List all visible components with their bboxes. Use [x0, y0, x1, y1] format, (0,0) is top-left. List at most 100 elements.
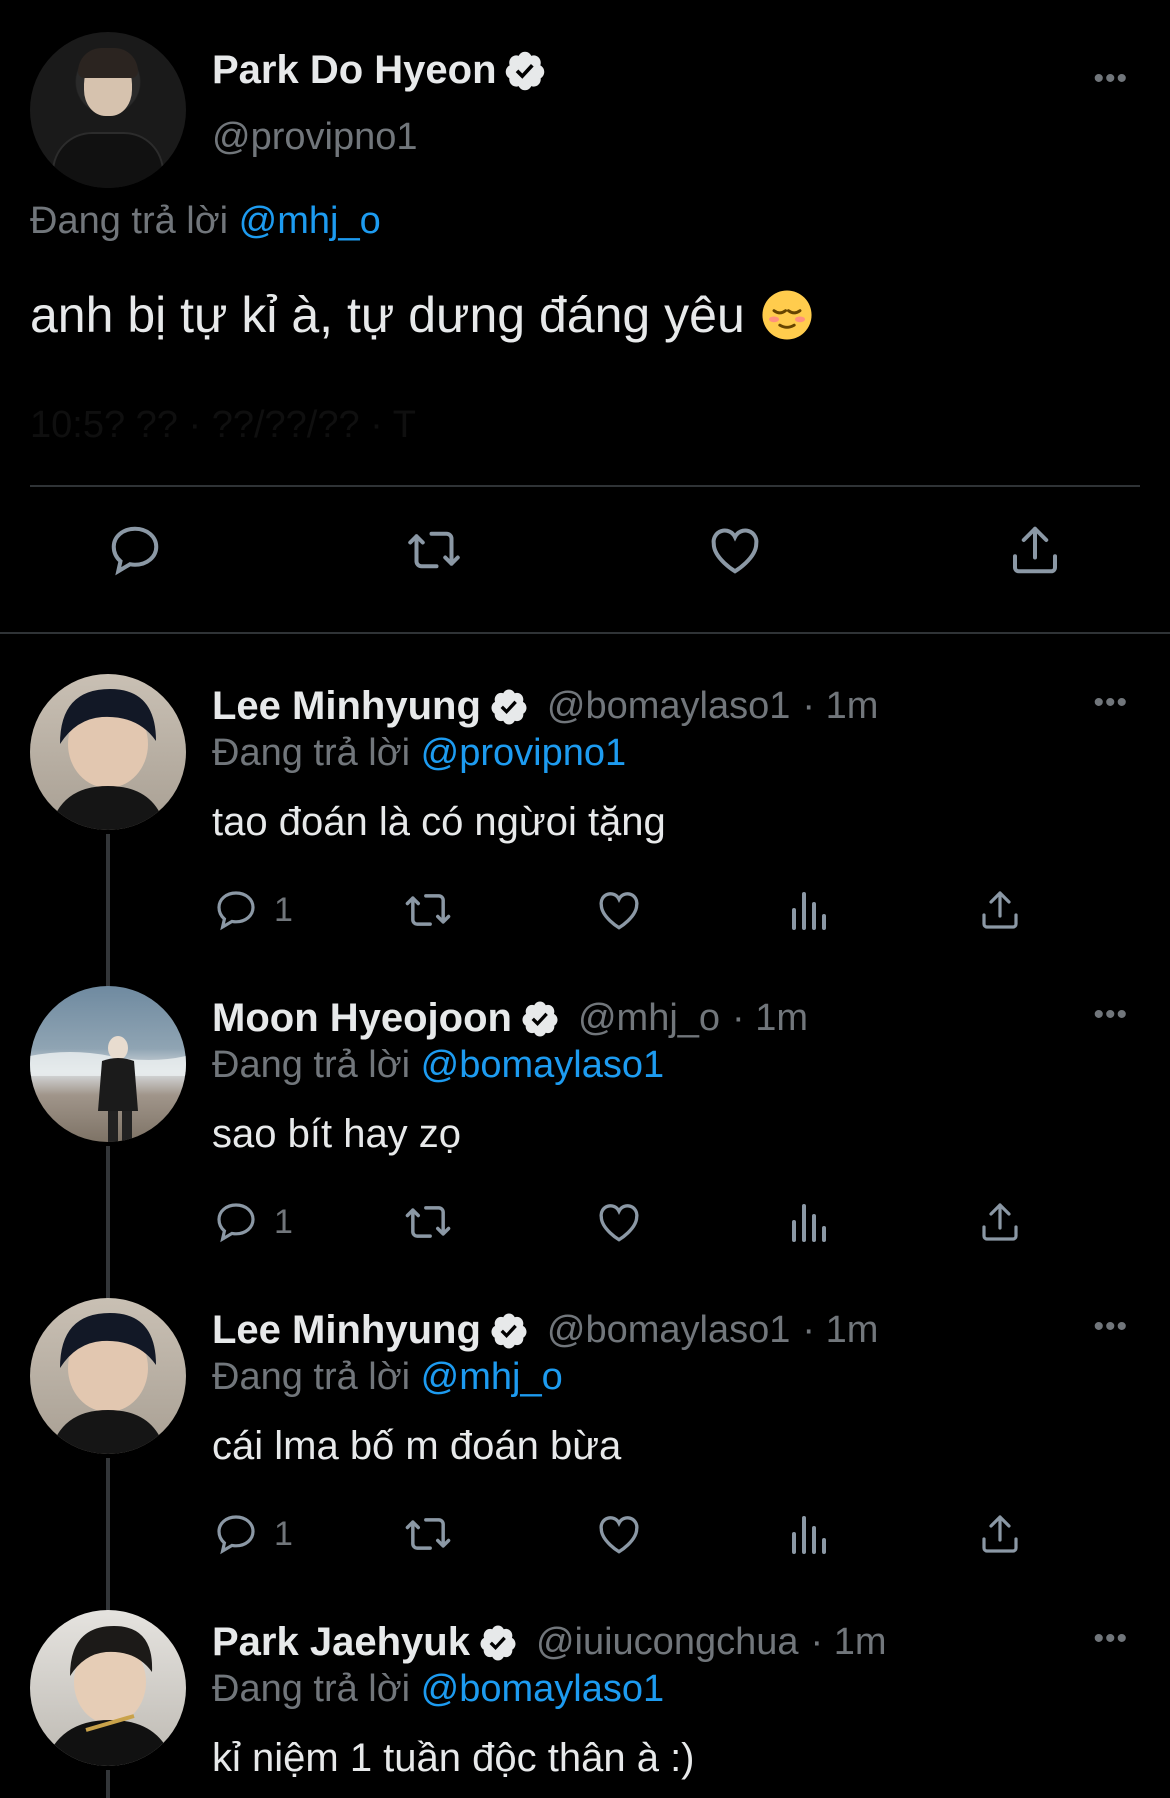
- retweet-icon: [405, 894, 451, 926]
- reply-count: 1: [274, 890, 293, 929]
- replying-to-line: Đang trả lời @bomaylaso1: [212, 1044, 664, 1087]
- verified-badge-icon: [480, 1625, 516, 1660]
- author-handle[interactable]: @mhj_o: [578, 997, 720, 1040]
- avatar[interactable]: [30, 32, 186, 188]
- reply-icon[interactable]: [105, 520, 165, 580]
- reply-tweet: Moon Hyeojoon @mhj_o · 1m ••• Đang trả l…: [0, 986, 1170, 1302]
- author-handle[interactable]: @provipno1: [212, 116, 417, 159]
- divider: [30, 485, 1140, 487]
- replying-to-line: Đang trả lời @bomaylaso1: [212, 1668, 664, 1711]
- replying-to-link[interactable]: @provipno1: [421, 732, 626, 774]
- author-name[interactable]: Lee Minhyung: [212, 1308, 481, 1353]
- more-options-button[interactable]: •••: [1093, 998, 1128, 1032]
- author-handle[interactable]: @bomaylaso1: [547, 685, 790, 728]
- reply-action-bar: 1: [212, 1196, 1052, 1252]
- share-button[interactable]: [976, 1508, 1024, 1560]
- replying-prefix: Đang trả lời: [212, 732, 411, 774]
- tweet-body: tao đoán là có ngừoi tặng: [212, 800, 666, 844]
- verified-badge-icon: [505, 51, 544, 90]
- avatar-jacket: [52, 132, 164, 188]
- author-name[interactable]: Park Jaehyuk: [212, 1620, 470, 1665]
- author-handle[interactable]: @iuiucongchua: [536, 1621, 799, 1664]
- thread-line: [106, 1458, 110, 1614]
- retweet-button[interactable]: [402, 884, 454, 936]
- tweet-thread-page: Park Do Hyeon @provipno1 ••• Đang trả lờ…: [0, 0, 1170, 1798]
- replying-to-link[interactable]: @bomaylaso1: [421, 1668, 664, 1710]
- tweet-body: sao bít hay zọ: [212, 1112, 462, 1156]
- author-row: Lee Minhyung @bomaylaso1 · 1m: [212, 684, 878, 729]
- analytics-button[interactable]: [786, 884, 834, 936]
- share-button[interactable]: [976, 1196, 1024, 1248]
- reply-tweet: Park Jaehyuk @iuiucongchua · 1m ••• Đang…: [0, 1610, 1170, 1798]
- author-row: Lee Minhyung @bomaylaso1 · 1m: [212, 1308, 878, 1353]
- like-button[interactable]: [594, 1196, 644, 1248]
- like-icon: [599, 892, 639, 930]
- replying-prefix: Đang trả lời: [30, 200, 229, 242]
- author-row: Park Do Hyeon: [212, 48, 547, 93]
- reply-icon: [217, 1515, 255, 1555]
- retweet-icon: [405, 1518, 451, 1550]
- retweet-button[interactable]: [402, 1508, 454, 1560]
- tweet-time: · 1m: [802, 685, 879, 727]
- replying-prefix: Đang trả lời: [212, 1356, 411, 1398]
- verified-badge-icon: [491, 689, 527, 724]
- share-icon[interactable]: [1005, 520, 1065, 580]
- like-button[interactable]: [594, 1508, 644, 1560]
- author-handle[interactable]: @bomaylaso1: [547, 1309, 790, 1352]
- more-options-button[interactable]: •••: [1093, 686, 1128, 720]
- author-name[interactable]: Lee Minhyung: [212, 684, 481, 729]
- replying-to-line: Đang trả lời @mhj_o: [212, 1356, 563, 1399]
- replying-to-link[interactable]: @bomaylaso1: [421, 1044, 664, 1086]
- author-name[interactable]: Moon Hyeojoon: [212, 996, 512, 1041]
- replying-to-link[interactable]: @mhj_o: [421, 1356, 563, 1398]
- author-name[interactable]: Park Do Hyeon: [212, 48, 497, 93]
- tweet-time: · 1m: [732, 997, 809, 1039]
- reply-tweet: Lee Minhyung @bomaylaso1 · 1m ••• Đang t…: [0, 674, 1170, 990]
- retweet-icon[interactable]: [404, 520, 464, 580]
- tweet-time: · 1m: [802, 1309, 879, 1351]
- more-options-button[interactable]: •••: [1093, 62, 1128, 96]
- share-icon: [982, 1203, 1018, 1241]
- analytics-button[interactable]: [786, 1196, 834, 1248]
- replying-to-link[interactable]: @mhj_o: [239, 200, 381, 242]
- retweet-icon: [405, 1206, 451, 1238]
- analytics-button[interactable]: [786, 1508, 834, 1560]
- tweet-body: kỉ niệm 1 tuần độc thân à :): [212, 1736, 695, 1780]
- tweet-time: · 1m: [810, 1621, 887, 1663]
- avatar-image: [44, 1626, 174, 1766]
- verified-badge-icon: [522, 1001, 558, 1036]
- share-button[interactable]: [976, 884, 1024, 936]
- replying-to-line: Đang trả lời @provipno1: [212, 732, 626, 775]
- analytics-icon: [792, 892, 826, 930]
- more-options-button[interactable]: •••: [1093, 1310, 1128, 1344]
- reply-action-bar: 1: [212, 1508, 1052, 1564]
- more-options-button[interactable]: •••: [1093, 1622, 1128, 1656]
- like-button[interactable]: [594, 884, 644, 936]
- author-row: Moon Hyeojoon @mhj_o · 1m: [212, 996, 808, 1041]
- replying-to-line: Đang trả lời @mhj_o: [30, 200, 381, 243]
- tweet-body: cái lma bố m đoán bừa: [212, 1424, 622, 1468]
- share-icon: [982, 891, 1018, 929]
- avatar[interactable]: [30, 986, 186, 1142]
- reply-button[interactable]: 1: [212, 1508, 293, 1560]
- avatar[interactable]: [30, 1610, 186, 1766]
- thread-line: [106, 1770, 110, 1798]
- main-tweet: Park Do Hyeon @provipno1 ••• Đang trả lờ…: [0, 0, 1170, 634]
- retweet-button[interactable]: [402, 1196, 454, 1248]
- avatar-hair: [78, 48, 138, 78]
- thread-line: [106, 1146, 110, 1302]
- reply-button[interactable]: 1: [212, 884, 293, 936]
- verified-badge-icon: [491, 1313, 527, 1348]
- analytics-icon: [792, 1204, 826, 1242]
- replying-prefix: Đang trả lời: [212, 1044, 411, 1086]
- share-icon: [982, 1515, 1018, 1553]
- like-icon: [599, 1516, 639, 1554]
- reply-count: 1: [274, 1202, 293, 1241]
- like-icon[interactable]: [705, 520, 765, 580]
- analytics-icon: [792, 1516, 826, 1554]
- reply-button[interactable]: 1: [212, 1196, 293, 1248]
- avatar[interactable]: [30, 674, 186, 830]
- avatar[interactable]: [30, 1298, 186, 1454]
- tweet-timestamp: 10:5? ?? · ??/??/?? · T: [30, 404, 416, 446]
- tweet-text: anh bị tự kỉ à, tự dưng đáng yêu: [30, 286, 813, 344]
